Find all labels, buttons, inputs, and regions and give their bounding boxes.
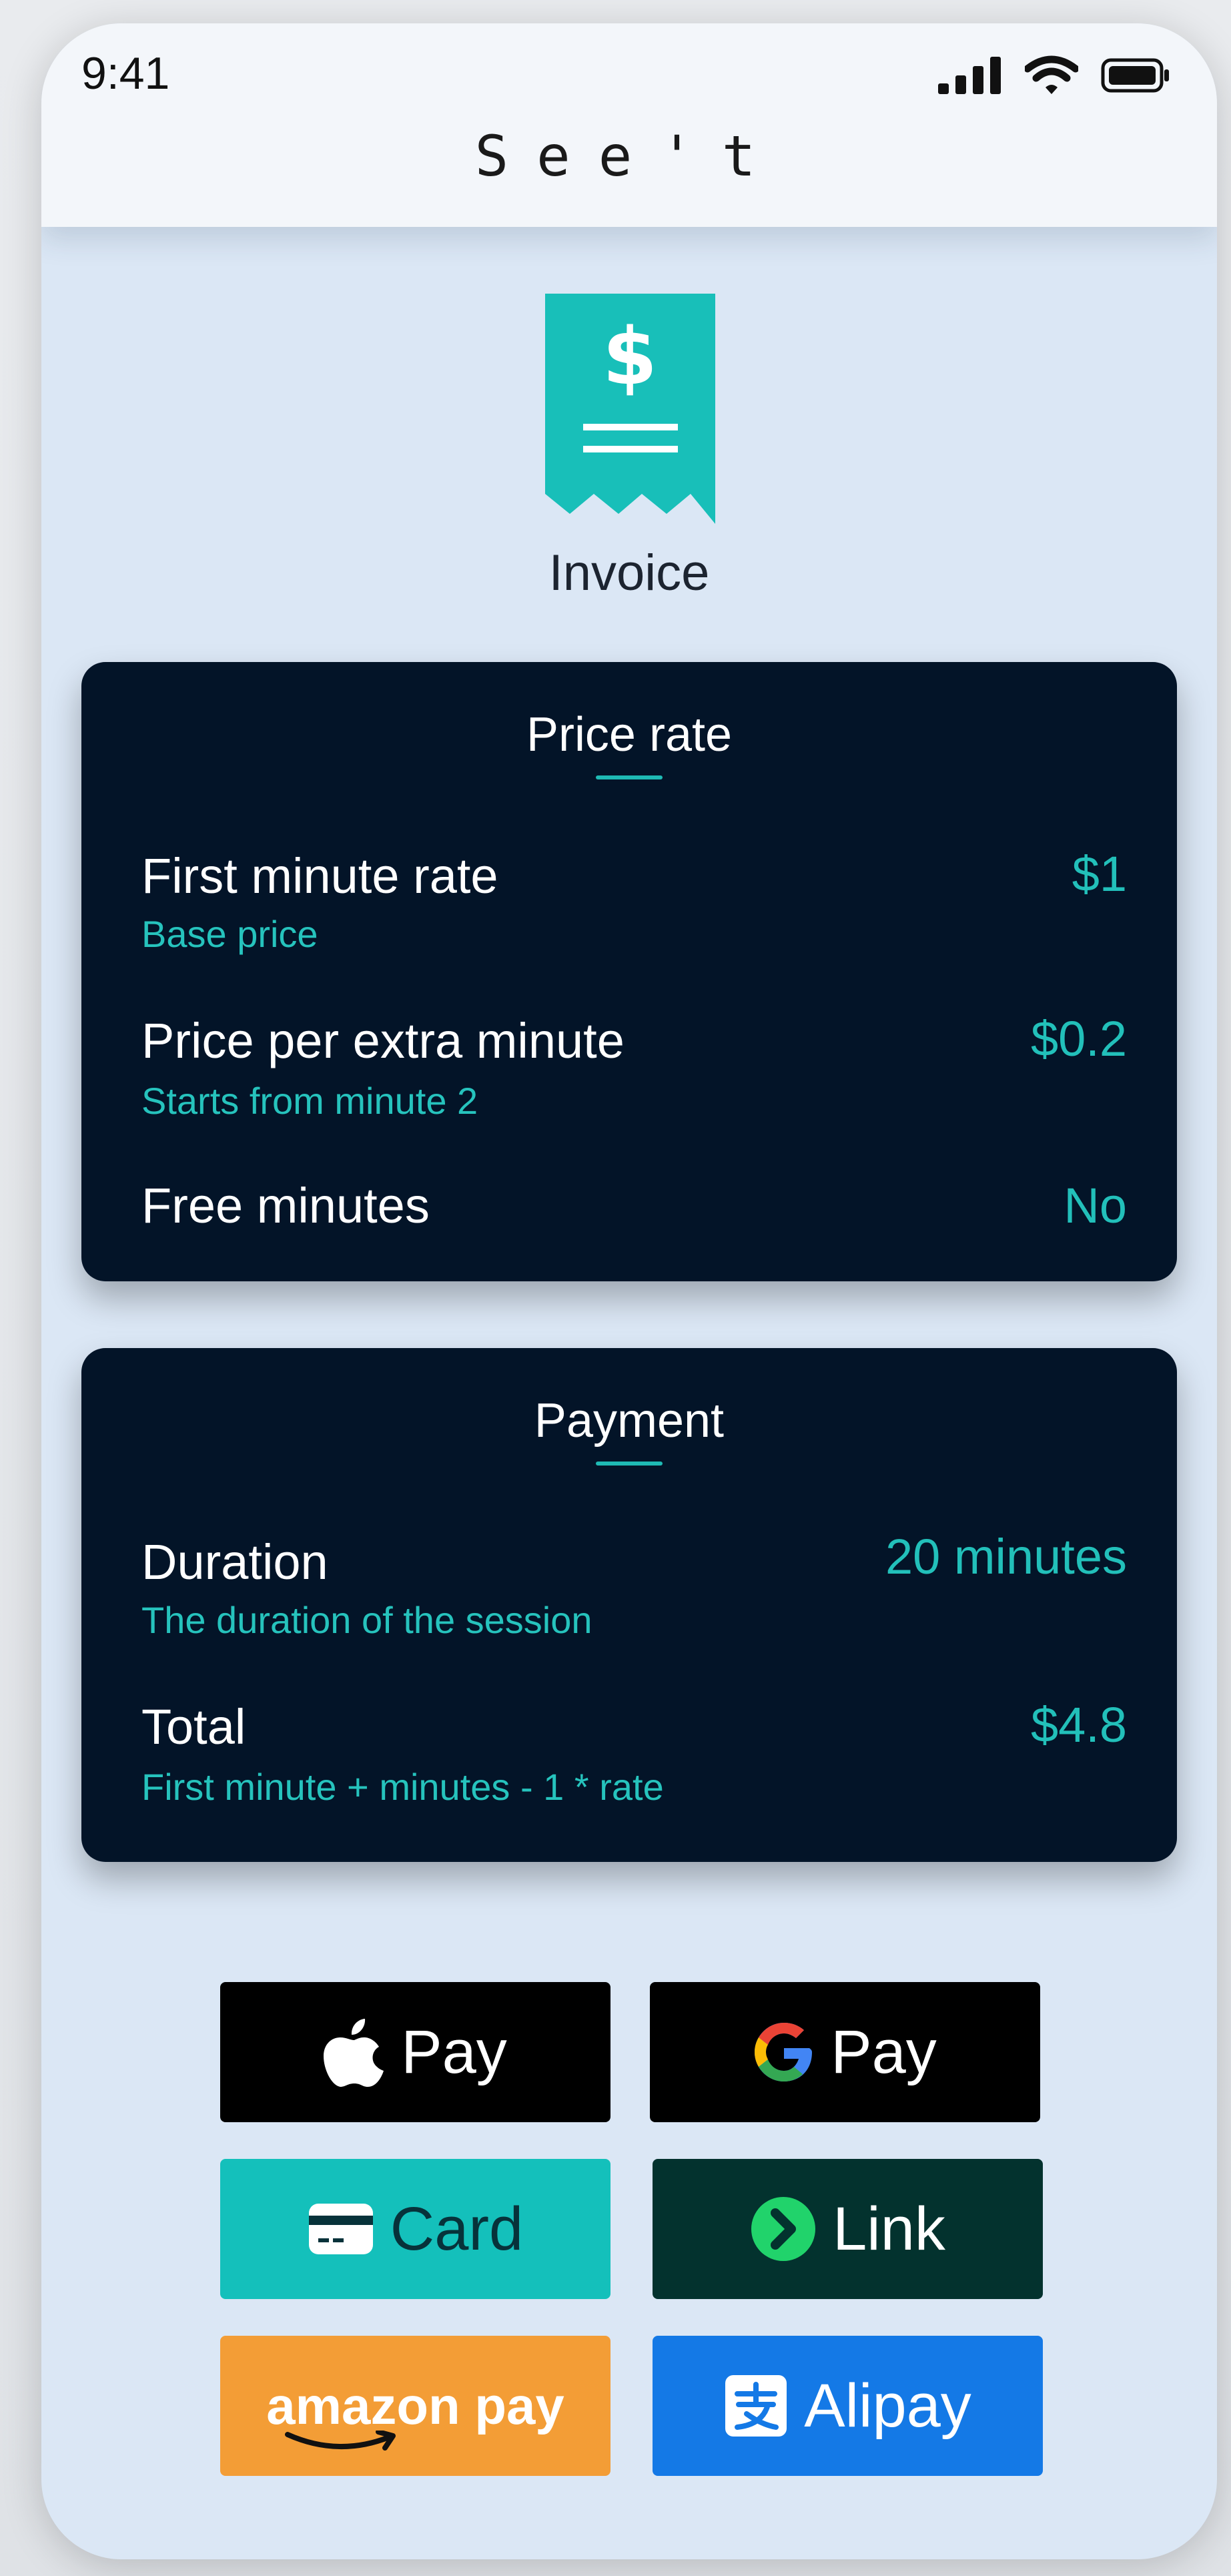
free-minutes-value: No bbox=[1064, 1178, 1127, 1233]
link-arrow-icon bbox=[751, 2197, 816, 2261]
duration-sublabel: The duration of the session bbox=[141, 1599, 592, 1641]
price-rate-card: Price rate First minute rate Base price … bbox=[81, 662, 1177, 1281]
battery-icon bbox=[1101, 58, 1169, 93]
total-label: Total bbox=[141, 1699, 246, 1754]
card-label: Card bbox=[390, 2194, 524, 2263]
invoice-receipt-icon: $ bbox=[545, 294, 715, 524]
first-minute-rate-label: First minute rate bbox=[141, 848, 498, 904]
duration-value: 20 minutes bbox=[885, 1529, 1127, 1584]
phone-screen: 9:41 See't $ Invoice Price rate First mi… bbox=[41, 23, 1217, 2559]
google-pay-label: Pay bbox=[831, 2017, 937, 2086]
first-minute-rate-sublabel: Base price bbox=[141, 913, 318, 955]
total-sublabel: First minute + minutes - 1 * rate bbox=[141, 1766, 664, 1808]
alipay-button[interactable]: Alipay bbox=[653, 2336, 1043, 2476]
google-icon bbox=[755, 2023, 813, 2081]
title-underline bbox=[596, 1462, 663, 1466]
first-minute-rate-value: $1 bbox=[1072, 846, 1127, 902]
free-minutes-label: Free minutes bbox=[141, 1178, 430, 1233]
card-payment-button[interactable]: Card bbox=[220, 2159, 610, 2299]
extra-minute-price-value: $0.2 bbox=[1030, 1011, 1127, 1066]
apple-icon bbox=[324, 2019, 384, 2087]
payment-card: Payment Duration The duration of the ses… bbox=[81, 1348, 1177, 1862]
duration-label: Duration bbox=[141, 1534, 328, 1590]
credit-card-icon bbox=[308, 2204, 373, 2254]
extra-minute-price-label: Price per extra minute bbox=[141, 1013, 625, 1068]
page-title: Invoice bbox=[548, 545, 710, 601]
status-time: 9:41 bbox=[81, 48, 170, 99]
amazon-logo: amazon pay bbox=[266, 2376, 564, 2451]
svg-text:$: $ bbox=[602, 310, 657, 402]
link-label: Link bbox=[833, 2194, 945, 2263]
amazon-pay-button[interactable]: amazon pay bbox=[220, 2336, 610, 2476]
apple-pay-label: Pay bbox=[401, 2017, 507, 2086]
amazon-smile-icon bbox=[285, 2430, 396, 2451]
alipay-icon bbox=[725, 2375, 787, 2437]
signal-icon bbox=[938, 57, 1001, 94]
payment-title: Payment bbox=[534, 1394, 725, 1447]
amazon-pay-label: amazon pay bbox=[266, 2376, 564, 2435]
extra-minute-price-sublabel: Starts from minute 2 bbox=[141, 1080, 478, 1122]
total-value: $4.8 bbox=[1030, 1697, 1127, 1752]
alipay-label: Alipay bbox=[804, 2371, 971, 2440]
title-underline bbox=[596, 775, 663, 779]
google-pay-button[interactable]: Pay bbox=[650, 1982, 1040, 2122]
wifi-icon bbox=[1025, 55, 1078, 94]
price-rate-title: Price rate bbox=[526, 708, 733, 761]
link-payment-button[interactable]: Link bbox=[653, 2159, 1043, 2299]
status-icons bbox=[938, 55, 1170, 95]
app-header: 9:41 See't bbox=[41, 23, 1217, 227]
brand-logo: See't bbox=[474, 123, 784, 189]
apple-pay-button[interactable]: Pay bbox=[220, 1982, 610, 2122]
